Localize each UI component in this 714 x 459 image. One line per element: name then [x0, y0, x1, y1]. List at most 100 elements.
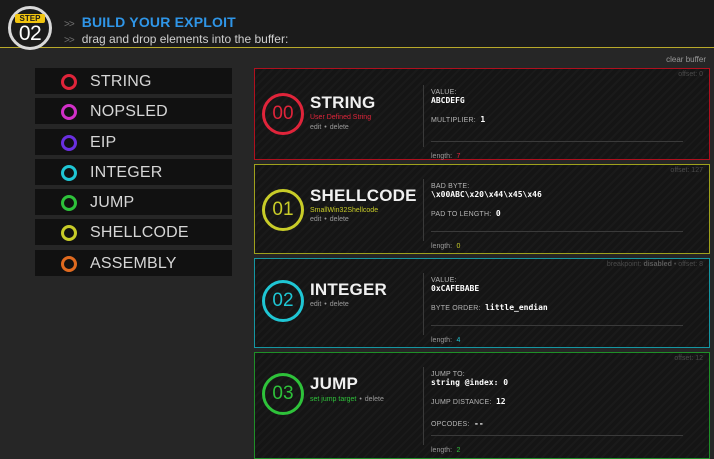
value-label: VALUE:	[431, 89, 457, 96]
step-number: 02	[18, 22, 42, 45]
delete-link[interactable]: delete	[365, 396, 384, 403]
palette-item-eip[interactable]: EIP	[35, 128, 232, 155]
length-row: length: 7	[431, 141, 683, 163]
edit-link[interactable]: edit	[310, 124, 321, 131]
opcodes-field: --	[474, 419, 484, 428]
clear-buffer-link[interactable]: clear buffer	[666, 55, 706, 64]
card-divider	[423, 273, 424, 335]
page-subtitle: drag and drop elements into the buffer:	[81, 32, 289, 46]
card-divider	[423, 179, 424, 241]
length-row: length: 0	[431, 231, 683, 253]
header-subtitle-line: >> drag and drop elements into the buffer…	[64, 32, 288, 46]
delete-link[interactable]: delete	[330, 124, 349, 131]
header-bar: STEP 02 >> BUILD YOUR EXPLOIT >> drag and …	[0, 0, 714, 50]
palette-item-assembly[interactable]: ASSEMBLY	[35, 249, 232, 276]
value-field[interactable]: 0xCAFEBABE	[431, 284, 683, 293]
breakpoint-label: breakpoint:	[606, 261, 642, 268]
assembly-ring-icon	[61, 255, 77, 272]
jump-to-label: JUMP TO:	[431, 371, 465, 378]
delete-link[interactable]: delete	[330, 216, 349, 223]
card-offset: offset: 12	[674, 355, 703, 362]
length-label: length:	[431, 243, 453, 250]
card-subtitle: SmallWin32Shellcode	[310, 207, 379, 214]
integer-ring-icon	[61, 164, 77, 181]
jump-distance-field[interactable]: 12	[496, 397, 506, 406]
card-title: INTEGER	[310, 280, 387, 299]
palette-item-string[interactable]: STRING	[35, 68, 232, 94]
pad-length-field[interactable]: 0	[496, 209, 501, 218]
value-label: VALUE:	[431, 277, 457, 284]
length-value: 0	[456, 243, 461, 250]
edit-link[interactable]: edit	[310, 216, 321, 223]
card-title: STRING	[310, 93, 376, 112]
element-palette: STRING NOPSLED EIP INTEGER JUMP SHELLCOD…	[35, 68, 232, 280]
pad-length-label: PAD TO LENGTH:	[431, 211, 492, 218]
palette-item-label: INTEGER	[90, 163, 163, 181]
card-fields: JUMP TO: string @index: 0 JUMP DISTANCE:…	[431, 371, 683, 457]
card-actions: edit • delete	[310, 216, 349, 223]
set-jump-target-link[interactable]: set jump target	[310, 396, 356, 403]
length-row: length: 4	[431, 325, 683, 347]
delete-link[interactable]: delete	[330, 301, 349, 308]
palette-item-nopsled[interactable]: NOPSLED	[35, 98, 232, 125]
card-index-ring: 02	[262, 280, 304, 322]
step-badge: STEP 02	[8, 6, 52, 50]
length-value: 7	[456, 153, 461, 160]
palette-item-label: NOPSLED	[90, 103, 168, 121]
length-value: 4	[456, 337, 461, 344]
length-label: length:	[431, 153, 453, 160]
buffer-card-integer[interactable]: breakpoint: disabled • offset: 8 02 INTE…	[254, 258, 710, 348]
bad-byte-field[interactable]: \x00ABC\x20\x44\x45\x46	[431, 190, 683, 199]
palette-item-shellcode[interactable]: SHELLCODE	[35, 219, 232, 246]
jump-to-field[interactable]: string @index: 0	[431, 378, 683, 387]
bad-byte-label: BAD BYTE:	[431, 183, 470, 190]
byte-order-field[interactable]: little_endian	[485, 303, 548, 312]
value-field[interactable]: ABCDEFG	[431, 96, 683, 105]
palette-item-label: SHELLCODE	[90, 224, 189, 242]
card-actions: set jump target • delete	[310, 396, 384, 403]
edit-link[interactable]: edit	[310, 301, 321, 308]
length-label: length:	[431, 337, 453, 344]
card-divider	[423, 367, 424, 445]
arrows-icon: >>	[64, 19, 75, 30]
card-offset: offset: 0	[678, 71, 703, 78]
card-index-ring: 01	[262, 189, 304, 231]
card-actions: edit • delete	[310, 124, 349, 131]
card-offset: offset: 127	[670, 167, 703, 174]
opcodes-label: OPCODES:	[431, 421, 470, 428]
length-label: length:	[431, 447, 453, 454]
string-ring-icon	[61, 74, 77, 90]
card-index-ring: 03	[262, 373, 304, 415]
card-title: SHELLCODE	[310, 186, 417, 205]
card-fields: VALUE: 0xCAFEBABE BYTE ORDER: little_end…	[431, 277, 683, 347]
nopsled-ring-icon	[61, 104, 77, 121]
buffer-card-shellcode[interactable]: offset: 127 01 SHELLCODE SmallWin32Shell…	[254, 164, 710, 254]
card-offset: offset: 8	[678, 261, 703, 268]
length-value: 2	[456, 447, 461, 454]
eip-ring-icon	[61, 134, 77, 151]
arrows-icon: >>	[64, 35, 75, 46]
palette-item-label: STRING	[90, 73, 152, 90]
card-index-ring: 00	[262, 93, 304, 135]
header-title-line: >> BUILD YOUR EXPLOIT	[64, 14, 236, 30]
shellcode-ring-icon	[61, 225, 77, 242]
byte-order-label: BYTE ORDER:	[431, 305, 481, 312]
card-meta: breakpoint: disabled • offset: 8	[606, 261, 703, 268]
jump-ring-icon	[61, 195, 77, 212]
card-subtitle: User Defined String	[310, 114, 372, 121]
length-row: length: 2	[431, 435, 683, 457]
palette-item-label: EIP	[90, 133, 117, 151]
buffer-card-string[interactable]: offset: 0 00 STRING User Defined String …	[254, 68, 710, 160]
page-title: BUILD YOUR EXPLOIT	[81, 14, 236, 30]
palette-item-label: ASSEMBLY	[90, 254, 177, 272]
breakpoint-toggle[interactable]: disabled	[643, 261, 671, 268]
palette-item-label: JUMP	[90, 194, 135, 212]
card-fields: BAD BYTE: \x00ABC\x20\x44\x45\x46 PAD TO…	[431, 183, 683, 253]
palette-item-jump[interactable]: JUMP	[35, 189, 232, 216]
palette-item-integer[interactable]: INTEGER	[35, 158, 232, 185]
jump-distance-label: JUMP DISTANCE:	[431, 399, 492, 406]
card-divider	[423, 85, 424, 147]
buffer-card-jump[interactable]: offset: 12 03 JUMP set jump target • delet…	[254, 352, 710, 459]
multiplier-field[interactable]: 1	[480, 115, 485, 124]
multiplier-label: MULTIPLIER:	[431, 117, 476, 124]
